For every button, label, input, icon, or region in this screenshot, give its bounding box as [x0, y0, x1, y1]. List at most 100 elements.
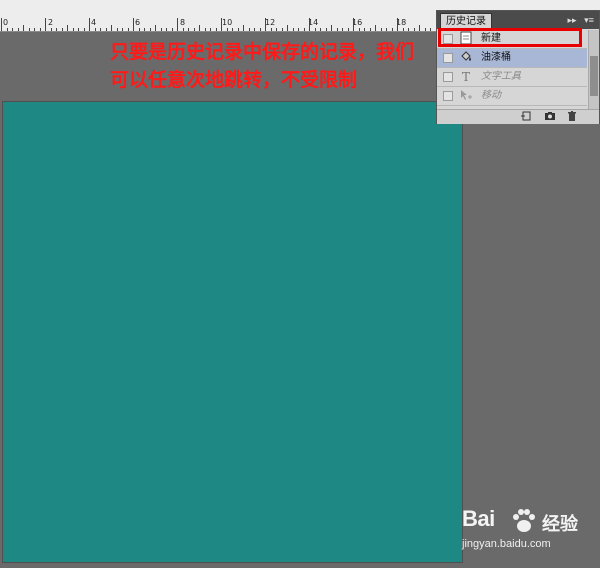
ruler-tick	[72, 28, 74, 31]
ruler-tick	[105, 28, 107, 31]
ruler-tick	[116, 28, 118, 31]
ruler-tick	[298, 28, 299, 31]
watermark-logo: Bai	[462, 506, 495, 531]
ruler-tick	[155, 25, 156, 31]
ruler-tick	[89, 18, 90, 31]
ruler-tick	[325, 28, 327, 31]
ruler-tick	[193, 28, 195, 31]
ruler-tick	[259, 28, 261, 31]
annotation-text: 只要是历史记录中保存的记录，我们可以任意次地跳转，不受限制	[110, 41, 415, 91]
ruler-tick	[342, 28, 343, 31]
ruler-label: 10	[222, 18, 233, 27]
ruler-tick	[309, 18, 310, 31]
history-item[interactable]: T 文字工具	[437, 68, 587, 87]
panel-header: 历史记录 ▸▸ ▾≡	[437, 11, 599, 29]
ruler-tick	[375, 25, 376, 31]
ruler-tick	[28, 28, 30, 31]
ruler-tick	[23, 25, 24, 31]
camera-icon[interactable]	[543, 110, 557, 124]
ruler-tick	[45, 18, 46, 31]
type-tool-icon: T	[461, 70, 470, 84]
trash-icon[interactable]	[565, 110, 579, 124]
ruler-tick	[402, 28, 404, 31]
paw-icon	[510, 508, 538, 534]
ruler-tick	[237, 28, 239, 31]
ruler-tick	[188, 28, 189, 31]
snapshot-source-checkbox[interactable]	[443, 72, 453, 82]
ruler-tick	[215, 28, 217, 31]
ruler-tick	[424, 28, 426, 31]
ruler-tick	[380, 28, 382, 31]
ruler-tick	[100, 28, 101, 31]
ruler-label: 4	[91, 18, 97, 27]
ruler-tick	[419, 25, 420, 31]
ruler-tick	[303, 28, 305, 31]
ruler-tick	[12, 28, 13, 31]
ruler-tick	[336, 28, 338, 31]
history-item-label: 文字工具	[481, 71, 521, 82]
ruler-tick	[347, 28, 349, 31]
ruler-tick	[226, 28, 228, 31]
panel-menu-icon[interactable]: ▾≡	[583, 14, 595, 26]
ruler-tick	[369, 28, 371, 31]
paint-bucket-icon	[459, 50, 473, 66]
ruler-tick	[204, 28, 206, 31]
document-canvas[interactable]	[3, 102, 462, 562]
ruler-tick	[1, 18, 2, 31]
snapshot-source-checkbox[interactable]	[443, 53, 453, 63]
ruler-tick	[276, 28, 277, 31]
ruler-tick	[39, 28, 41, 31]
ruler-tick	[221, 18, 222, 31]
ruler-tick	[320, 28, 321, 31]
ruler-tick	[364, 28, 365, 31]
ruler-tick	[133, 18, 134, 31]
snapshot-source-checkbox[interactable]	[443, 91, 453, 101]
new-document-from-state-icon[interactable]	[519, 110, 533, 124]
ruler-tick	[78, 28, 79, 31]
history-item[interactable]: 移动	[437, 87, 587, 106]
ruler-tick	[265, 18, 266, 31]
ruler-tick	[430, 28, 431, 31]
ruler-tick	[199, 25, 200, 31]
ruler-tick	[149, 28, 151, 31]
ruler-tick	[270, 28, 272, 31]
ruler-tick	[6, 28, 8, 31]
ruler-tick	[138, 28, 140, 31]
ruler-tick	[182, 28, 184, 31]
ruler-tick	[248, 28, 250, 31]
ruler-tick	[210, 28, 211, 31]
ruler-tick	[34, 28, 35, 31]
ruler-tick	[287, 25, 288, 31]
ruler-tick	[127, 28, 129, 31]
ruler-tick	[94, 28, 96, 31]
watermark-suffix: 经验	[542, 514, 578, 534]
history-item-label: 移动	[481, 90, 501, 101]
ruler-tick	[391, 28, 393, 31]
tab-history[interactable]: 历史记录	[440, 13, 492, 29]
ruler-tick	[254, 28, 255, 31]
ruler-tick	[144, 28, 145, 31]
ruler-tick	[353, 18, 354, 31]
ruler-tick	[160, 28, 162, 31]
ruler-tick	[171, 28, 173, 31]
ruler-label: 8	[180, 18, 186, 27]
history-scrollbar[interactable]	[588, 30, 599, 110]
ruler-tick	[177, 18, 178, 31]
ruler-tick	[83, 28, 85, 31]
watermark-url: jingyan.baidu.com	[462, 538, 551, 550]
ruler-tick	[397, 18, 398, 31]
history-item[interactable]: 油漆桶	[437, 49, 587, 68]
highlight-box	[438, 28, 582, 47]
baidu-watermark: Bai 经验 jingyan.baidu.com	[458, 506, 598, 558]
ruler-tick	[331, 25, 332, 31]
collapse-panel-icon[interactable]: ▸▸	[565, 14, 579, 26]
ruler-tick	[281, 28, 283, 31]
ruler-tick	[413, 28, 415, 31]
ruler-tick	[67, 25, 68, 31]
ruler-tick	[243, 25, 244, 31]
scrollbar-thumb[interactable]	[590, 56, 598, 96]
ruler-tick	[386, 28, 387, 31]
ruler-tick	[122, 28, 123, 31]
ruler-tick	[408, 28, 409, 31]
ruler-label: 6	[135, 18, 141, 27]
